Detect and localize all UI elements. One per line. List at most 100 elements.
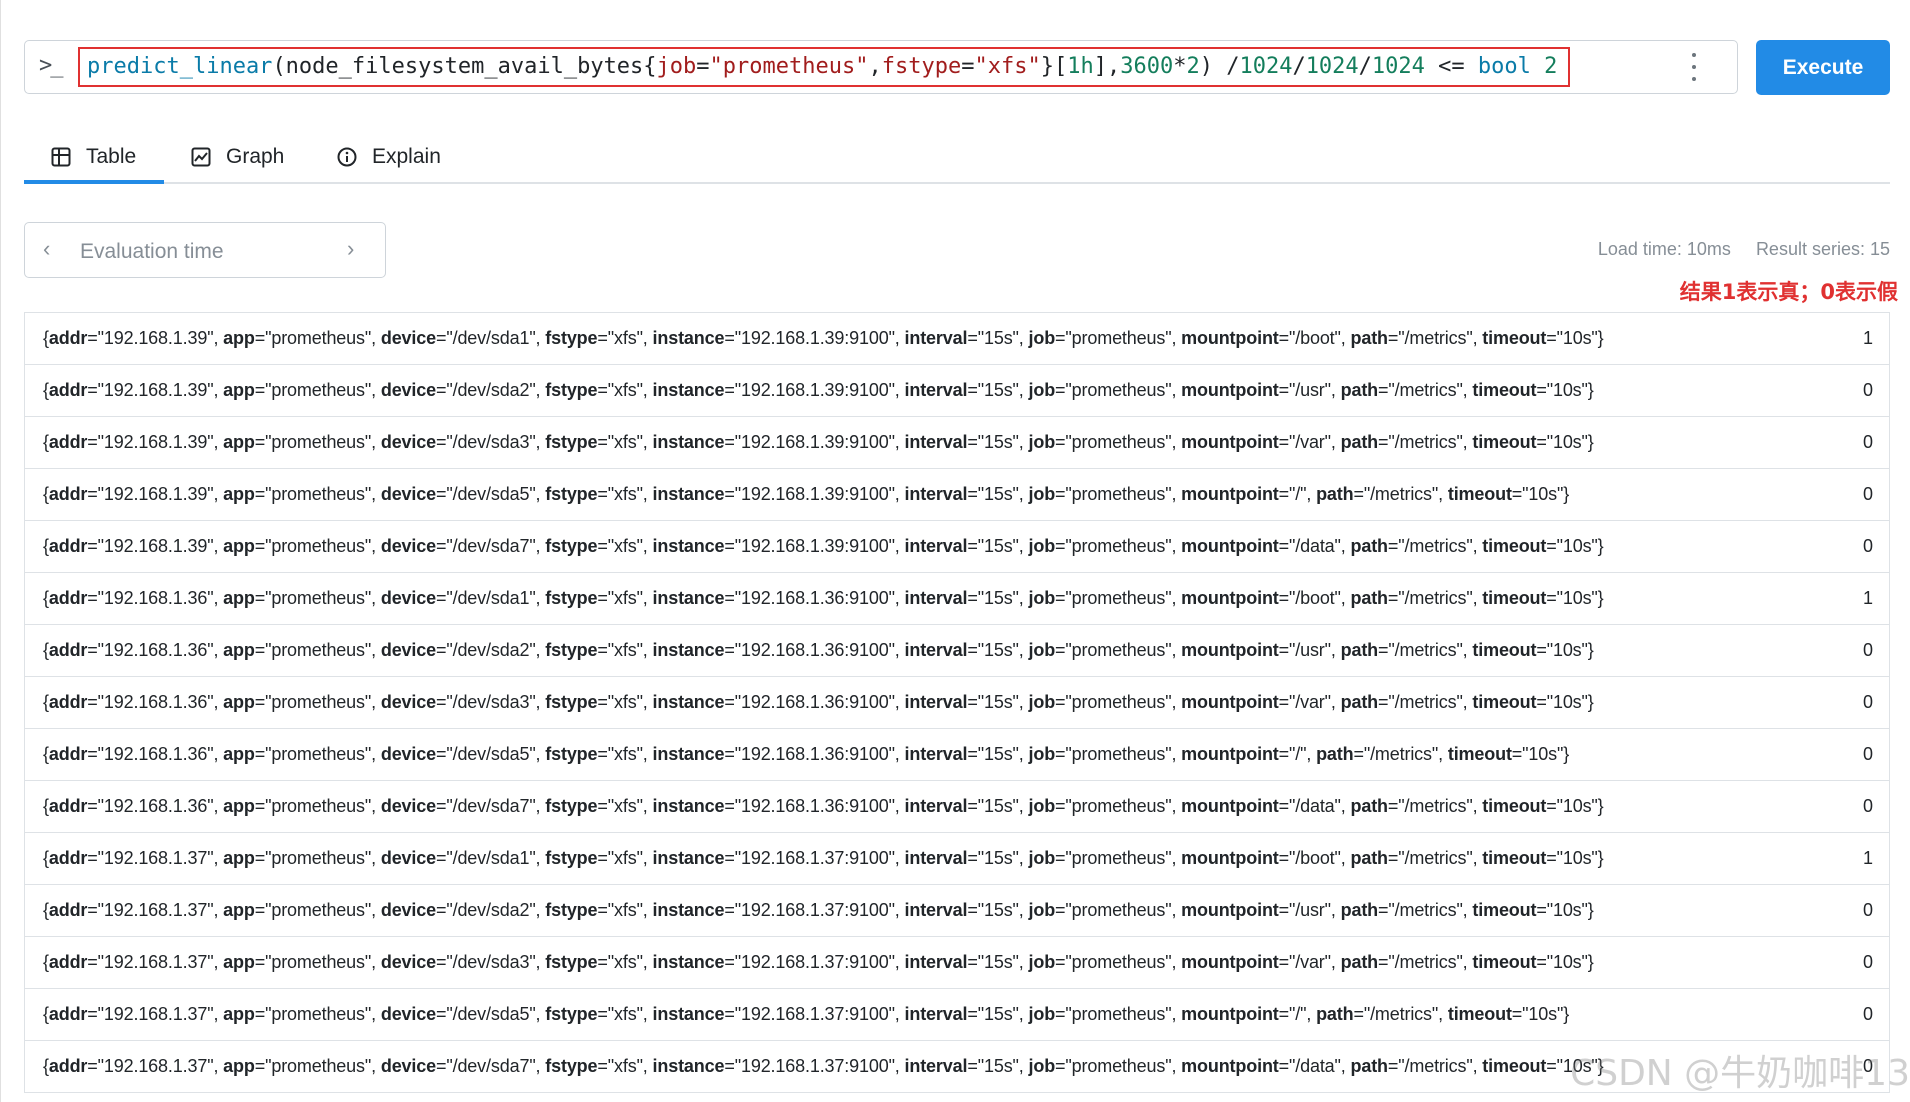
- label-value: xfs: [614, 692, 637, 712]
- execute-button[interactable]: Execute: [1756, 40, 1890, 95]
- label-value: 192.168.1.39: [103, 328, 208, 348]
- label-key: job: [1028, 952, 1056, 972]
- tab-graph[interactable]: Graph: [190, 130, 284, 184]
- label-key: timeout: [1472, 640, 1537, 660]
- label-key: interval: [904, 588, 968, 608]
- label-key: interval: [904, 1056, 968, 1076]
- label-key: interval: [904, 744, 968, 764]
- label-value: xfs: [614, 952, 637, 972]
- chevron-right-icon[interactable]: ›: [347, 236, 354, 262]
- label-value: 15s: [983, 432, 1013, 452]
- label-value: 15s: [983, 952, 1013, 972]
- label-key: path: [1350, 1056, 1389, 1076]
- label-value: prometheus: [1071, 692, 1166, 712]
- label-key: timeout: [1447, 1004, 1512, 1024]
- label-value: /metrics: [1394, 952, 1457, 972]
- label-key: timeout: [1482, 536, 1547, 556]
- expression-token: /: [1226, 54, 1240, 79]
- label-key: fstype: [545, 380, 598, 400]
- label-value: /metrics: [1370, 484, 1432, 504]
- watermark: CSDN @牛奶咖啡13: [1570, 1053, 1910, 1094]
- label-key: device: [380, 900, 436, 920]
- table-icon: [50, 146, 72, 168]
- label-value: 15s: [983, 640, 1013, 660]
- series-labels: {addr="192.168.1.37", app="prometheus", …: [43, 1056, 1604, 1076]
- label-key: mountpoint: [1181, 796, 1279, 816]
- evaluation-time-picker[interactable]: ‹ Evaluation time ›: [24, 222, 386, 278]
- label-value: prometheus: [1071, 328, 1166, 348]
- label-key: timeout: [1482, 588, 1547, 608]
- series-labels: {addr="192.168.1.36", app="prometheus", …: [43, 588, 1604, 608]
- expression-token: "prometheus": [709, 54, 869, 79]
- label-key: mountpoint: [1181, 744, 1279, 764]
- label-key: fstype: [545, 432, 598, 452]
- label-value: /var: [1295, 952, 1325, 972]
- expression-token: 3600: [1120, 54, 1174, 79]
- label-key: job: [1028, 1004, 1056, 1024]
- label-value: prometheus: [1071, 536, 1166, 556]
- label-value: xfs: [614, 1004, 637, 1024]
- label-key: app: [223, 536, 255, 556]
- label-value: /metrics: [1394, 692, 1457, 712]
- label-value: xfs: [614, 432, 637, 452]
- table-row: {addr="192.168.1.39", app="prometheus", …: [24, 313, 1890, 365]
- expression-token: 2: [1544, 54, 1558, 79]
- label-key: addr: [48, 380, 88, 400]
- label-key: interval: [904, 692, 968, 712]
- series-value: 0: [1862, 380, 1873, 400]
- tab-graph-label: Graph: [226, 145, 285, 168]
- series-labels: {addr="192.168.1.37", app="prometheus", …: [43, 900, 1594, 920]
- label-key: mountpoint: [1181, 1056, 1279, 1076]
- label-key: interval: [904, 900, 968, 920]
- label-key: device: [380, 328, 436, 348]
- label-value: 15s: [983, 692, 1013, 712]
- label-value: 192.168.1.36: [103, 640, 208, 660]
- label-key: device: [380, 1004, 436, 1024]
- label-key: app: [223, 744, 255, 764]
- chevron-left-icon[interactable]: ‹: [43, 236, 50, 262]
- series-labels: {addr="192.168.1.36", app="prometheus", …: [43, 692, 1594, 712]
- label-key: timeout: [1447, 484, 1512, 504]
- label-value: 15s: [983, 484, 1013, 504]
- label-value: 192.168.1.37:9100: [740, 1004, 889, 1024]
- label-value: prometheus: [271, 1056, 365, 1076]
- query-input-box[interactable]: >_ predict_linear(node_filesystem_avail_…: [24, 40, 1738, 94]
- tab-table[interactable]: Table: [50, 130, 136, 184]
- label-value: /: [1295, 484, 1301, 504]
- label-value: xfs: [614, 848, 637, 868]
- series-labels: {addr="192.168.1.39", app="prometheus", …: [43, 484, 1570, 504]
- series-value: 0: [1862, 744, 1873, 764]
- label-key: mountpoint: [1181, 380, 1279, 400]
- expression-token: 1h: [1067, 54, 1094, 79]
- series-labels: {addr="192.168.1.36", app="prometheus", …: [43, 744, 1570, 764]
- evaluation-time-input[interactable]: Evaluation time: [80, 240, 224, 264]
- label-key: mountpoint: [1181, 900, 1279, 920]
- label-value: xfs: [614, 536, 637, 556]
- more-options-icon[interactable]: [1690, 53, 1698, 81]
- label-key: job: [1028, 744, 1056, 764]
- query-expression[interactable]: predict_linear(node_filesystem_avail_byt…: [87, 54, 1557, 79]
- label-key: path: [1340, 380, 1379, 400]
- label-value: 15s: [983, 744, 1013, 764]
- label-key: instance: [652, 692, 725, 712]
- label-key: job: [1028, 536, 1056, 556]
- label-value: prometheus: [1071, 1056, 1166, 1076]
- tab-explain[interactable]: Explain: [336, 130, 441, 184]
- label-value: prometheus: [271, 692, 365, 712]
- label-value: /data: [1295, 536, 1335, 556]
- label-key: path: [1316, 1004, 1354, 1024]
- label-key: fstype: [545, 952, 598, 972]
- label-value: /dev/sda2: [452, 900, 530, 920]
- series-labels: {addr="192.168.1.39", app="prometheus", …: [43, 432, 1594, 452]
- label-value: /dev/sda3: [452, 432, 530, 452]
- label-key: fstype: [545, 692, 598, 712]
- label-value: 192.168.1.36: [103, 744, 208, 764]
- label-key: addr: [48, 1004, 88, 1024]
- window-edge: [0, 0, 1, 1102]
- label-value: 192.168.1.39:9100: [740, 380, 889, 400]
- series-labels: {addr="192.168.1.37", app="prometheus", …: [43, 848, 1604, 868]
- label-value: 192.168.1.37: [103, 848, 208, 868]
- expression-token: predict_linear: [87, 54, 273, 79]
- label-value: /dev/sda3: [452, 692, 530, 712]
- table-row: {addr="192.168.1.37", app="prometheus", …: [24, 989, 1890, 1041]
